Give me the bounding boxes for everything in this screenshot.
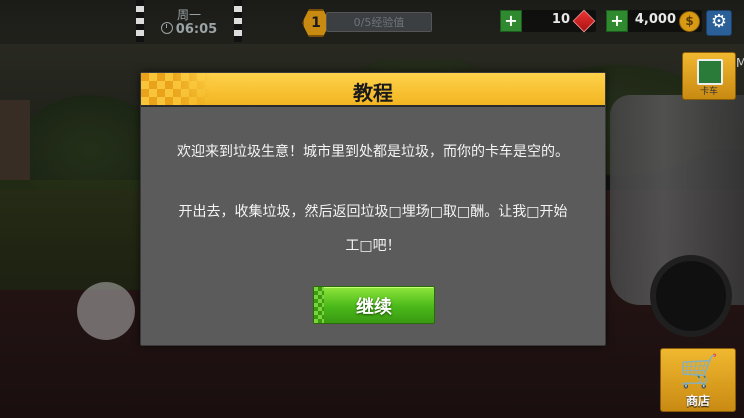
clock-day: 周一 <box>176 8 201 22</box>
coins-value: 4,000 <box>634 12 676 27</box>
gear-icon: ⚙ <box>710 11 728 32</box>
dialog-text-line-2: 开出去，收集垃圾，然后返回垃圾□埋场□取□酬。让我□开始 <box>178 204 568 220</box>
clock-icon <box>160 22 173 34</box>
dialog-text-line-3: 工□吧！ <box>345 238 401 254</box>
top-hud: 周一 06:05 1 0/5经验值 + 10 + 4,000 $ ⚙ <box>0 0 744 44</box>
coins-counter: + 4,000 $ <box>606 10 702 32</box>
game-clock: 周一 06:05 <box>136 0 242 42</box>
clock-time-row: 06:05 <box>136 22 242 37</box>
continue-button-label: 继续 <box>356 297 392 318</box>
dialog-divider <box>141 105 605 107</box>
joystick[interactable] <box>77 282 135 340</box>
shopping-cart-icon: 🛒 <box>679 352 719 390</box>
coin-icon: $ <box>679 11 700 32</box>
settings-button[interactable]: ⚙ <box>706 10 732 36</box>
side-letter: M <box>736 56 744 70</box>
truck-icon <box>697 59 723 85</box>
add-coins-button[interactable]: + <box>606 10 628 32</box>
continue-button[interactable]: 继续 <box>313 286 435 324</box>
shop-button-label: 商店 <box>685 394 710 408</box>
add-gems-button[interactable]: + <box>500 10 522 32</box>
dialog-header: 教程 <box>141 73 605 105</box>
gem-icon <box>572 9 596 33</box>
gems-counter: + 10 <box>500 9 596 33</box>
clock-time: 06:05 <box>175 22 218 37</box>
dialog-text-line-1: 欢迎来到垃圾生意！城市里到处都是垃圾，而你的卡车是空的。 <box>177 144 569 160</box>
truck-button[interactable]: 卡车 <box>682 52 736 100</box>
xp-text: 0/5经验值 <box>353 16 405 29</box>
truck-button-label: 卡车 <box>699 87 718 97</box>
xp-bar: 0/5经验值 <box>326 12 432 32</box>
gems-value: 10 <box>551 12 570 27</box>
shop-button[interactable]: 🛒 商店 <box>660 348 736 412</box>
dialog-title: 教程 <box>353 81 393 105</box>
tutorial-dialog: 教程 欢迎来到垃圾生意！城市里到处都是垃圾，而你的卡车是空的。 开出去，收集垃圾… <box>140 72 606 346</box>
